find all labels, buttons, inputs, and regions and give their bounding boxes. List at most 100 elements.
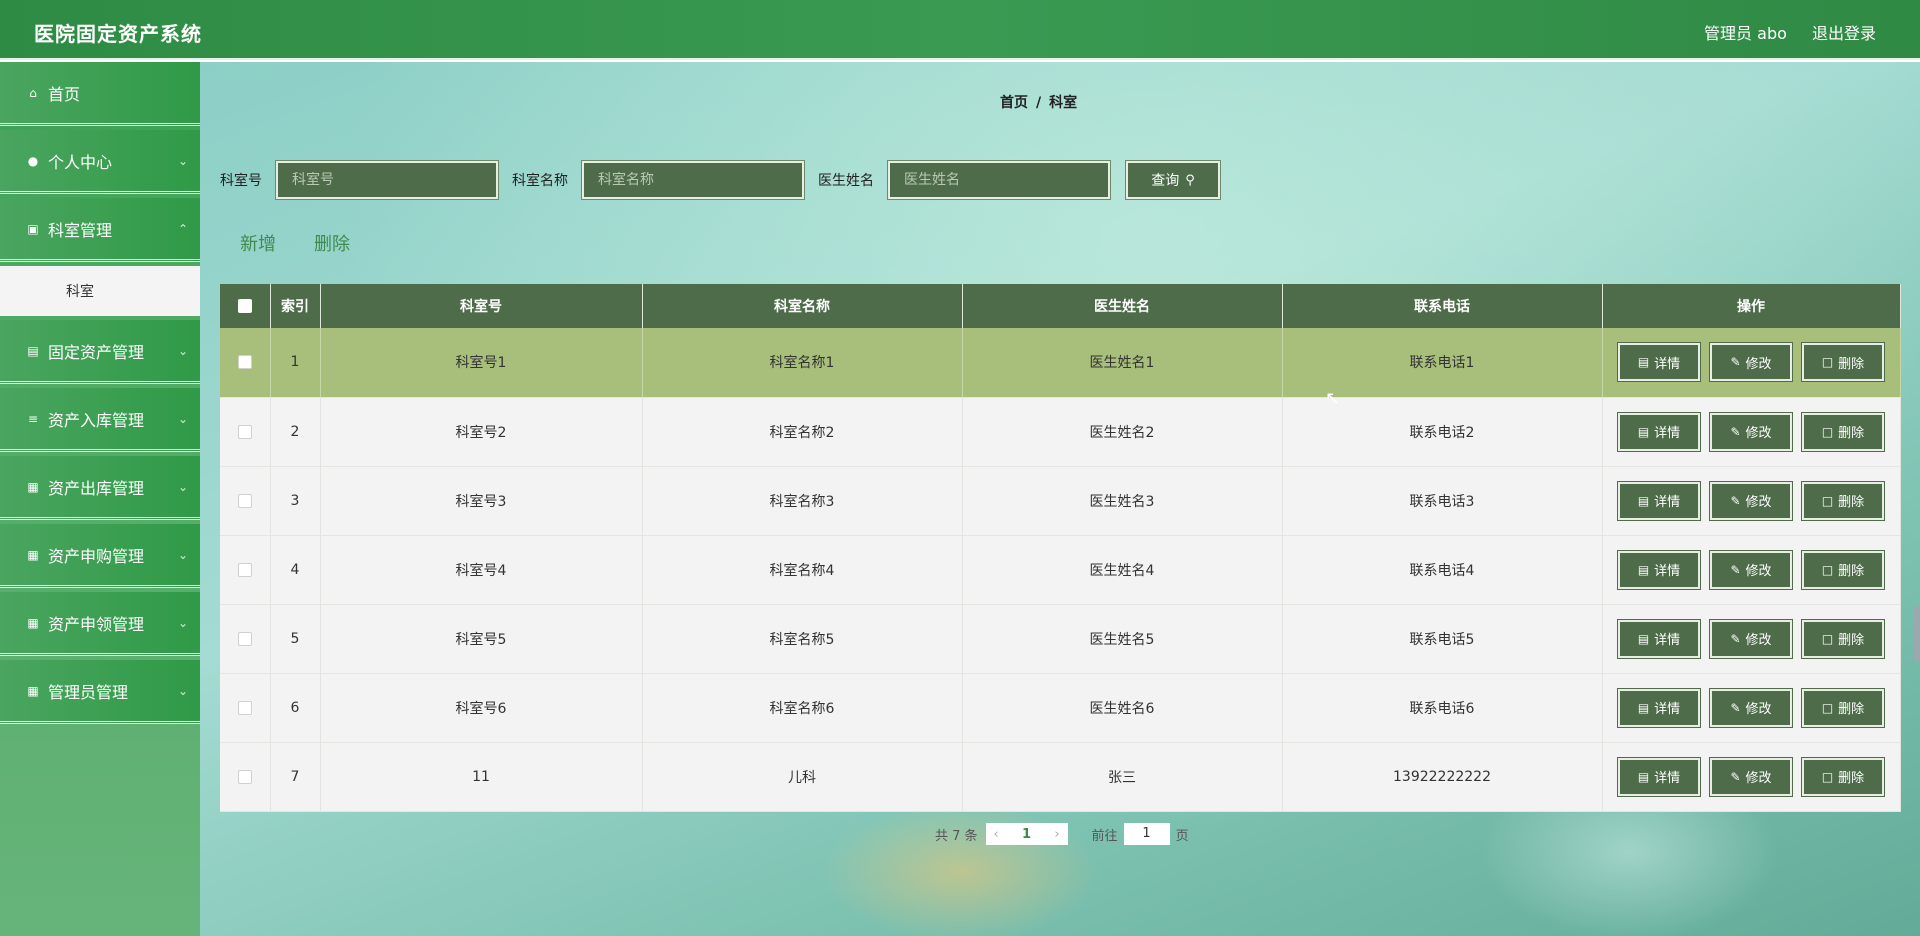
- edit-button[interactable]: ✎ 修改: [1709, 756, 1793, 797]
- delete-button[interactable]: □ 删除: [1801, 411, 1885, 452]
- row-doctor-name: 医生姓名5: [962, 604, 1283, 674]
- header-operations: 操作: [1602, 284, 1901, 328]
- trash-icon: □: [1821, 562, 1834, 577]
- edit-button[interactable]: ✎ 修改: [1709, 618, 1793, 659]
- detail-button[interactable]: ▤ 详情: [1617, 687, 1701, 728]
- sidebar-item[interactable]: ▦ 管理员管理 ⌄: [0, 660, 200, 724]
- edit-button[interactable]: ✎ 修改: [1709, 480, 1793, 521]
- row-checkbox[interactable]: [237, 631, 252, 646]
- document-icon: ▤: [1637, 769, 1650, 784]
- detail-button[interactable]: ▤ 详情: [1617, 411, 1701, 452]
- delete-label: 删除: [1838, 564, 1865, 579]
- goto-prefix: 前往: [1091, 828, 1118, 844]
- batch-delete-button[interactable]: 删除: [314, 230, 350, 256]
- row-operations: ▤ 详情 ✎ 修改 □ 删除: [1602, 397, 1901, 467]
- delete-button[interactable]: □ 删除: [1801, 618, 1885, 659]
- row-checkbox[interactable]: [237, 424, 252, 439]
- detail-button[interactable]: ▤ 详情: [1617, 618, 1701, 659]
- detail-button[interactable]: ▤ 详情: [1617, 756, 1701, 797]
- sidebar-item[interactable]: ▣ 科室管理 ⌃: [0, 198, 200, 262]
- scroll-indicator[interactable]: [1914, 606, 1920, 662]
- goto-page-input[interactable]: 1: [1123, 823, 1170, 845]
- row-checkbox[interactable]: [237, 700, 252, 715]
- next-page-icon[interactable]: ›: [1054, 827, 1059, 842]
- trash-icon: □: [1821, 493, 1834, 508]
- row-checkbox[interactable]: [237, 355, 252, 370]
- user-name: 管理员 abo: [1704, 24, 1787, 43]
- edit-label: 修改: [1745, 771, 1772, 786]
- trash-icon: □: [1821, 631, 1834, 646]
- detail-button[interactable]: ▤ 详情: [1617, 549, 1701, 590]
- detail-button[interactable]: ▤ 详情: [1617, 480, 1701, 521]
- mouse-cursor-icon: ↖: [1325, 388, 1341, 409]
- edit-label: 修改: [1745, 633, 1772, 648]
- chevron-icon: ⌄: [177, 547, 188, 562]
- doctor-name-input[interactable]: [904, 172, 1094, 188]
- delete-button[interactable]: □ 删除: [1801, 480, 1885, 521]
- trash-icon: □: [1821, 355, 1834, 370]
- sidebar-item[interactable]: ▤ 固定资产管理 ⌄: [0, 320, 200, 384]
- logout-link[interactable]: 退出登录: [1812, 24, 1876, 43]
- delete-button[interactable]: □ 删除: [1801, 549, 1885, 590]
- row-doctor-name: 医生姓名3: [962, 466, 1283, 536]
- row-select-cell: [220, 604, 271, 674]
- delete-button[interactable]: □ 删除: [1801, 687, 1885, 728]
- dept-no-input[interactable]: [292, 172, 482, 188]
- row-checkbox[interactable]: [237, 769, 252, 784]
- grid-icon: ▦: [27, 547, 39, 562]
- header-doctor-name: 医生姓名: [962, 284, 1283, 328]
- table-row: 7 11 儿科 张三 13922222222 ▤ 详情 ✎ 修改 □ 删除: [220, 742, 1901, 812]
- main-content: 首页 / 科室 科室号 科室名称 医生姓名 查询 ⚲ 新增 删除: [200, 62, 1920, 936]
- edit-button[interactable]: ✎ 修改: [1709, 549, 1793, 590]
- sidebar-item[interactable]: ● 个人中心 ⌄: [0, 130, 200, 194]
- user-area: 管理员 abo 退出登录: [1684, 20, 1876, 44]
- delete-button[interactable]: □ 删除: [1801, 342, 1885, 383]
- row-operations: ▤ 详情 ✎ 修改 □ 删除: [1602, 466, 1901, 536]
- page-number[interactable]: 1: [1022, 827, 1031, 842]
- sidebar-item[interactable]: ▦ 资产申购管理 ⌄: [0, 524, 200, 588]
- dept-no-label: 科室号: [220, 173, 262, 189]
- pencil-icon: ✎: [1730, 700, 1741, 715]
- row-dept-no: 科室号2: [320, 397, 643, 467]
- query-button[interactable]: 查询 ⚲: [1125, 160, 1221, 200]
- select-all-checkbox[interactable]: [237, 299, 252, 313]
- delete-button[interactable]: □ 删除: [1801, 756, 1885, 797]
- edit-button[interactable]: ✎ 修改: [1709, 342, 1793, 383]
- document-icon: ▤: [1637, 424, 1650, 439]
- header-phone: 联系电话: [1282, 284, 1603, 328]
- data-table: 索引 科室号 科室名称 医生姓名 联系电话 操作 1 科室号1 科室名称1 医生姓名1…: [220, 284, 1901, 812]
- row-checkbox[interactable]: [237, 562, 252, 577]
- row-select-cell: [220, 742, 271, 812]
- sidebar-item[interactable]: ⌂ 首页: [0, 62, 200, 126]
- edit-button[interactable]: ✎ 修改: [1709, 411, 1793, 452]
- edit-button[interactable]: ✎ 修改: [1709, 687, 1793, 728]
- detail-button[interactable]: ▤ 详情: [1617, 342, 1701, 383]
- row-select-cell: [220, 535, 271, 605]
- edit-label: 修改: [1745, 356, 1772, 372]
- row-doctor-name: 张三: [962, 742, 1283, 812]
- prev-page-icon[interactable]: ‹: [994, 827, 999, 842]
- breadcrumb-home[interactable]: 首页: [1000, 95, 1028, 111]
- row-phone: 联系电话6: [1282, 673, 1603, 743]
- row-doctor-name: 医生姓名4: [962, 535, 1283, 605]
- sidebar-item[interactable]: ≡ 资产入库管理 ⌄: [0, 388, 200, 452]
- query-button-label: 查询: [1151, 173, 1180, 189]
- row-dept-name: 科室名称4: [642, 535, 963, 605]
- row-checkbox[interactable]: [237, 493, 252, 508]
- header-dept-no: 科室号: [320, 284, 643, 328]
- sidebar-item[interactable]: ▦ 资产出库管理 ⌄: [0, 456, 200, 520]
- pencil-icon: ✎: [1730, 355, 1741, 370]
- chevron-icon: ⌄: [177, 479, 188, 494]
- dept-name-input[interactable]: [598, 172, 788, 188]
- submenu-item-dept[interactable]: 科室: [0, 266, 200, 316]
- sidebar-item[interactable]: ▦ 资产申领管理 ⌄: [0, 592, 200, 656]
- chevron-icon: ⌃: [177, 221, 188, 236]
- row-index: 7: [270, 742, 321, 812]
- delete-label: 删除: [1838, 426, 1865, 441]
- header-dept-name: 科室名称: [642, 284, 963, 328]
- app-title: 医院固定资产系统: [34, 22, 202, 46]
- list-icon: ≡: [27, 411, 39, 426]
- document-icon: ▤: [1637, 631, 1650, 646]
- sidebar-item-label: 资产出库管理: [48, 478, 145, 498]
- add-button[interactable]: 新增: [240, 230, 276, 256]
